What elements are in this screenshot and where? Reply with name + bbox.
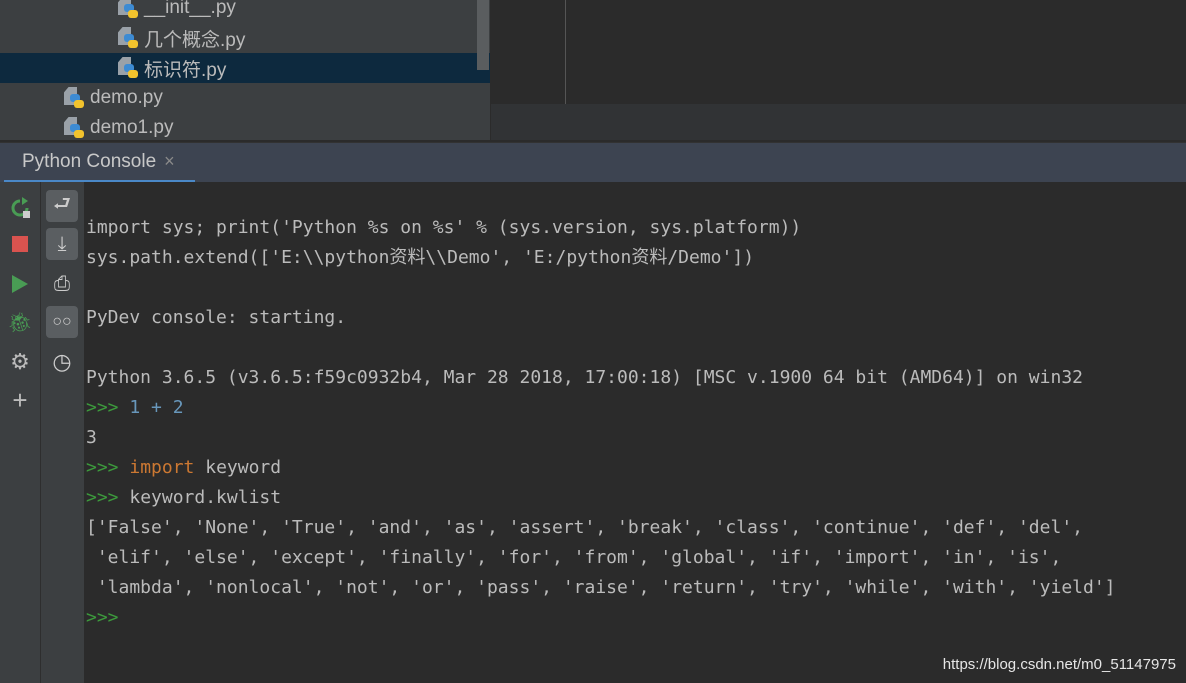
prompt: >>> (86, 397, 130, 418)
console-input-line: >>> 1 + 2 (86, 393, 184, 423)
input-text: keyword.kwlist (129, 487, 282, 508)
close-icon[interactable]: × (164, 151, 175, 172)
show-variables-icon[interactable]: ○○ (46, 306, 78, 338)
tree-item-label: 标识符.py (144, 59, 227, 81)
console-toolbar-left: 🐞︎ ⚙ + (0, 182, 41, 683)
rerun-icon[interactable] (4, 192, 36, 224)
tree-item[interactable]: demo1.py (0, 113, 490, 143)
tree-item[interactable]: __init__.py (0, 0, 490, 23)
console-line: 'elif', 'else', 'except', 'finally', 'fo… (86, 547, 1062, 568)
right-margin-line (565, 0, 566, 104)
tree-scrollbar[interactable] (477, 0, 489, 70)
tool-window-tabbar: Python Console × (0, 142, 1186, 183)
settings-icon[interactable]: ⚙ (4, 346, 36, 378)
console-toolbar-right: ⮐ ⤓ ⎙ ○○ ◷ (41, 182, 84, 683)
python-file-icon (118, 27, 138, 49)
tab-label: Python Console (22, 150, 157, 172)
soft-wrap-icon[interactable]: ⮐ (46, 190, 78, 222)
add-icon[interactable]: + (4, 384, 36, 416)
input-text: 1 + 2 (129, 397, 184, 418)
python-file-icon (64, 117, 84, 139)
keyword-text: import (129, 457, 195, 478)
run-icon[interactable] (4, 268, 36, 300)
python-file-icon (118, 57, 138, 79)
console-line: 3 (86, 427, 97, 448)
debug-icon[interactable]: 🐞︎ (4, 306, 36, 338)
console-line: Python 3.6.5 (v3.6.5:f59c0932b4, Mar 28 … (86, 367, 1083, 388)
console-prompt-input[interactable]: >>> (86, 603, 119, 633)
tree-item[interactable]: 几个概念.py (0, 23, 490, 53)
input-text: keyword (194, 457, 282, 478)
print-icon[interactable]: ⎙ (46, 268, 78, 300)
tree-item-label: __init__.py (144, 0, 236, 18)
console-line: ['False', 'None', 'True', 'and', 'as', '… (86, 517, 1083, 538)
tree-item-label: demo.py (90, 87, 163, 108)
stop-icon[interactable] (4, 228, 36, 260)
tab-python-console[interactable]: Python Console × (4, 143, 195, 183)
tree-item-label: 几个概念.py (144, 29, 246, 51)
python-file-icon (118, 0, 138, 19)
watermark: https://blog.csdn.net/m0_51147975 (942, 656, 1176, 673)
console-input-line: >>> import keyword (86, 453, 281, 483)
tree-item-label: demo1.py (90, 117, 174, 138)
tree-item[interactable]: demo.py (0, 83, 490, 113)
prompt: >>> (86, 487, 130, 508)
console-line: sys.path.extend(['E:\\python资料\\Demo', '… (86, 247, 755, 268)
console-line: 'lambda', 'nonlocal', 'not', 'or', 'pass… (86, 577, 1116, 598)
scroll-to-end-icon[interactable]: ⤓ (46, 228, 78, 260)
history-icon[interactable]: ◷ (46, 346, 78, 378)
python-file-icon (64, 87, 84, 109)
console-input-line: >>> keyword.kwlist (86, 483, 281, 513)
project-tree: demo1.py demo.py 标识符.py 几个概念.py __init__.py (0, 0, 490, 140)
console-output[interactable]: import sys; print('Python %s on %s' % (s… (84, 182, 1186, 683)
tree-item[interactable]: 标识符.py (0, 53, 490, 83)
prompt: >>> (86, 457, 130, 478)
editor-area (490, 0, 1186, 140)
console-line: PyDev console: starting. (86, 307, 347, 328)
console-line: import sys; print('Python %s on %s' % (s… (86, 217, 802, 238)
